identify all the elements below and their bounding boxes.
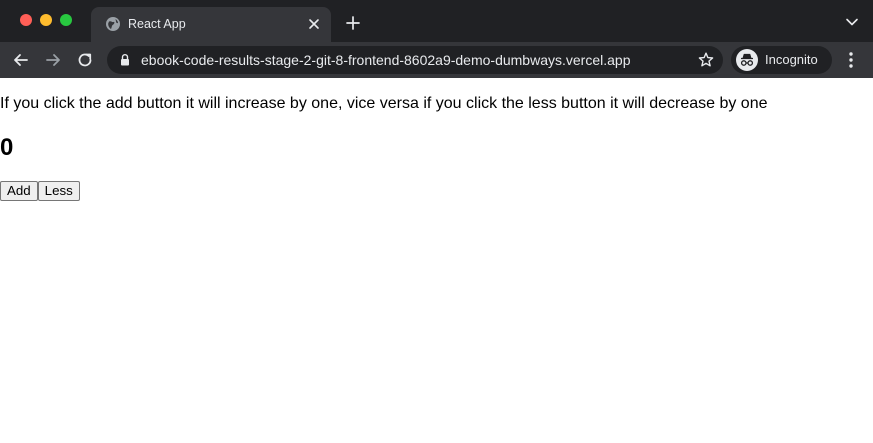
window-minimize-button[interactable] [40, 14, 52, 26]
address-bar[interactable]: ebook-code-results-stage-2-git-8-fronten… [107, 46, 723, 74]
tab-title: React App [128, 17, 186, 31]
globe-icon [106, 17, 120, 31]
reload-icon[interactable] [75, 50, 95, 70]
chevron-down-icon[interactable] [845, 15, 859, 29]
incognito-label: Incognito [765, 52, 818, 67]
browser-tab[interactable]: React App [91, 7, 331, 42]
bookmark-star-icon[interactable] [697, 51, 715, 69]
page-content: If you click the add button it will incr… [0, 78, 873, 443]
url-text[interactable]: ebook-code-results-stage-2-git-8-fronten… [141, 52, 630, 68]
lock-icon[interactable] [119, 53, 131, 67]
counter-buttons: Add Less [0, 181, 80, 201]
forward-arrow-icon[interactable] [43, 50, 63, 70]
tab-close-icon[interactable] [305, 15, 323, 33]
tab-strip: React App [0, 0, 873, 42]
new-tab-plus-icon[interactable] [344, 14, 362, 32]
less-button[interactable]: Less [37, 181, 80, 201]
browser-toolbar: ebook-code-results-stage-2-git-8-fronten… [0, 42, 873, 78]
back-arrow-icon[interactable] [11, 50, 31, 70]
window-maximize-button[interactable] [60, 14, 72, 26]
instructions-text: If you click the add button it will incr… [0, 95, 768, 112]
window-close-button[interactable] [20, 14, 32, 26]
incognito-profile-button[interactable]: Incognito [731, 46, 832, 74]
browser-window: React App ebook-code-results-stage-2-git… [0, 0, 873, 443]
incognito-icon [736, 49, 758, 71]
more-menu-icon[interactable] [843, 50, 859, 70]
counter-value: 0 [0, 134, 14, 161]
add-button[interactable]: Add [0, 181, 38, 201]
